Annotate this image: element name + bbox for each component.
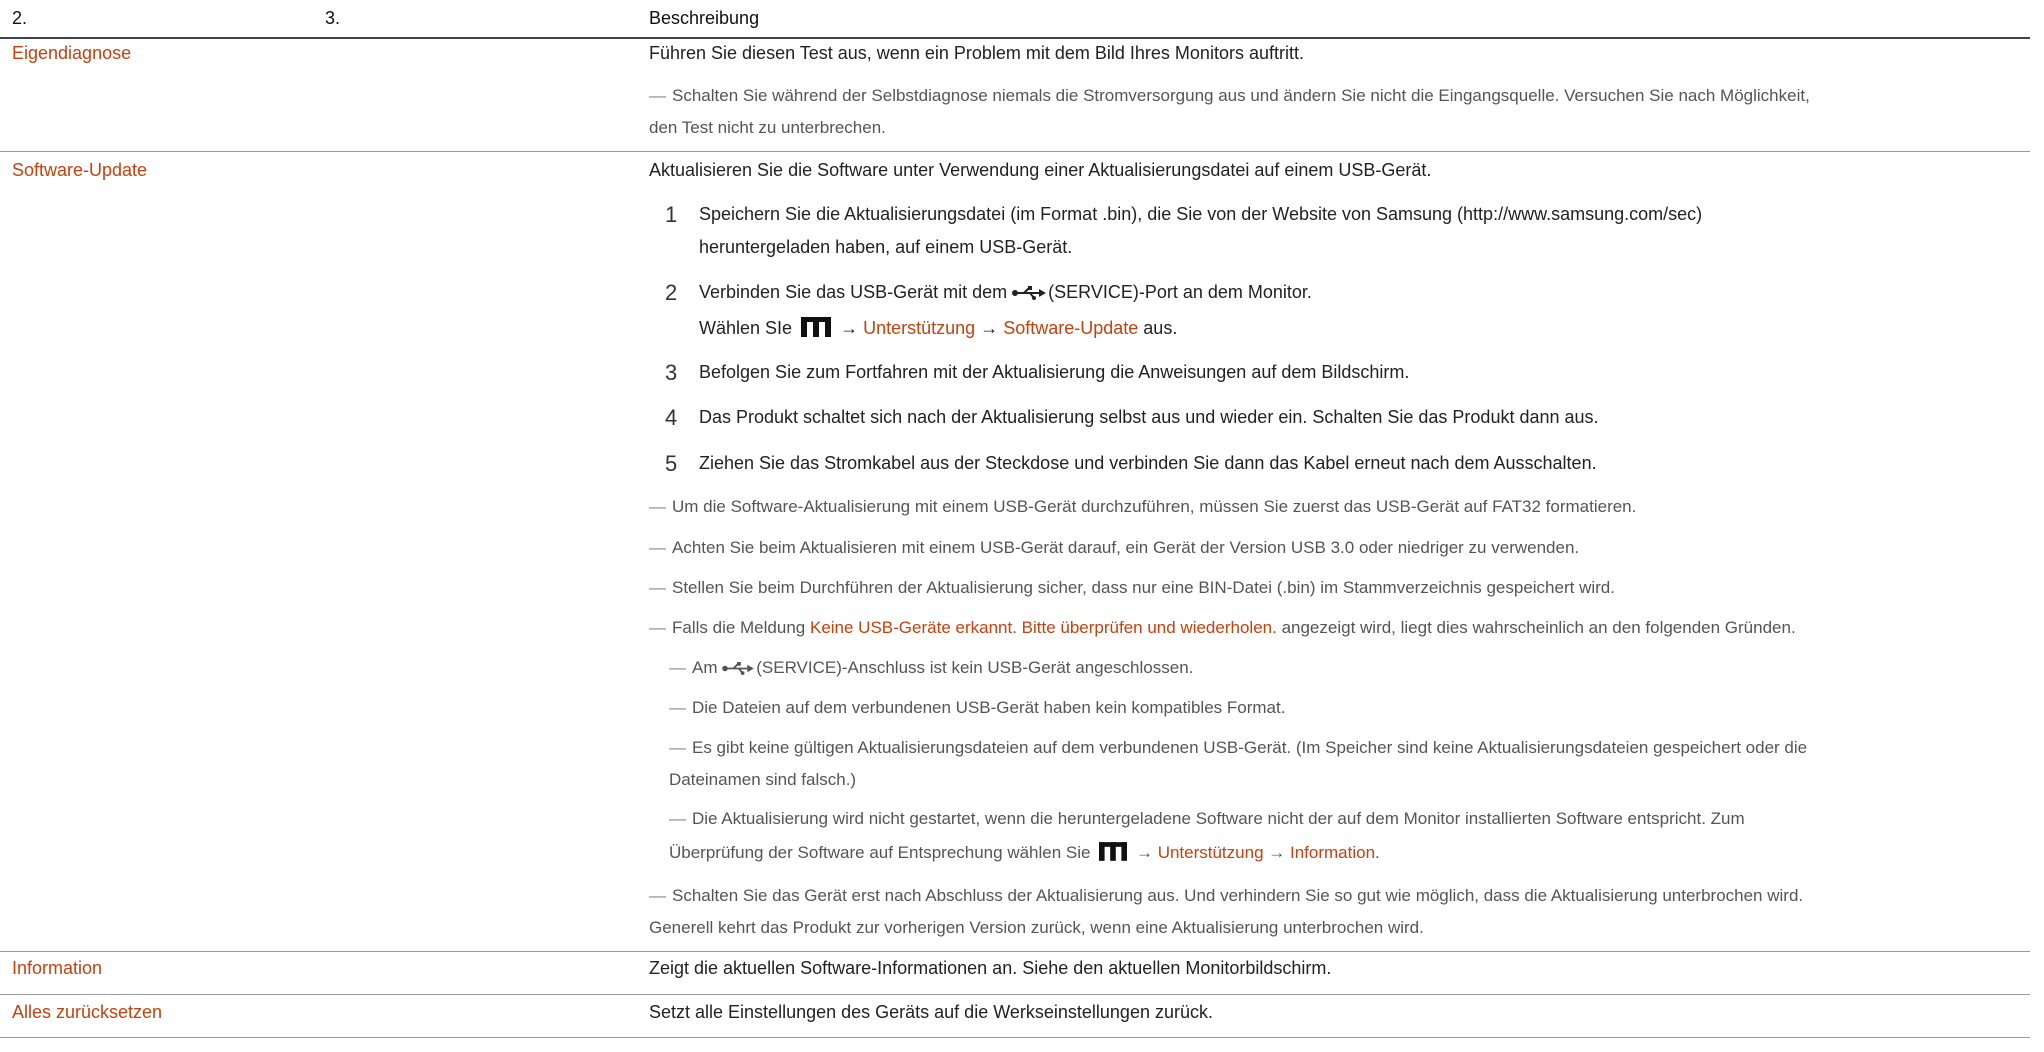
- step-2-menu-path: Wählen SIe → Unterstützung → Software-Up…: [699, 317, 1178, 338]
- error-message: Keine USB-Geräte erkannt. Bitte überprüf…: [809, 618, 1277, 637]
- arrow-icon: →: [980, 318, 999, 338]
- step-number: 3: [665, 360, 678, 385]
- header-col-description: Beschreibung: [649, 8, 760, 28]
- subnote-no-usb: ― Am (SERVICE)-Anschluss ist kein USB-Ger…: [669, 658, 1194, 677]
- software-update-description: Aktualisieren Sie die Software unter Ver…: [649, 160, 1432, 180]
- link-support[interactable]: Unterstützung: [1158, 843, 1264, 862]
- step-1-text-cont: heruntergeladen haben, auf einem USB-Ger…: [699, 237, 1073, 257]
- subnote-no-files: ― Es gibt keine gültigen Aktualisierungsd…: [669, 738, 1808, 757]
- menu-self-diagnosis[interactable]: Eigendiagnose: [12, 43, 131, 64]
- header-rule: [0, 37, 2030, 39]
- subnote-mismatch: ― Die Aktualisierung wird nicht gestartet…: [669, 809, 1745, 828]
- step-3-text: Befolgen Sie zum Fortfahren mit der Aktu…: [699, 362, 1410, 382]
- usb-icon: [722, 662, 755, 675]
- step-number: 1: [665, 202, 678, 227]
- menu-software-update[interactable]: Software-Update: [12, 160, 147, 181]
- step-4-text: Das Produkt schaltet sich nach der Aktua…: [699, 407, 1599, 427]
- self-diagnosis-note-cont: den Test nicht zu unterbrechen.: [649, 118, 886, 137]
- row-divider: [0, 151, 2030, 152]
- menu-icon: [801, 317, 832, 337]
- subnote-mismatch-cont: Überprüfung der Software auf Entsprechun…: [669, 842, 1380, 862]
- note-fat32: ― Um die Software-Aktualisierung mit eine…: [649, 497, 1637, 516]
- note-error-message: ― Falls die Meldung Keine USB-Geräte erka…: [649, 618, 1796, 637]
- step-number: 2: [665, 280, 678, 305]
- row-divider: [0, 951, 2030, 952]
- self-diagnosis-note: ― Schalten Sie während der Selbstdiagnose…: [649, 86, 1810, 105]
- row-divider: [0, 1037, 2030, 1038]
- link-support[interactable]: Unterstützung: [863, 318, 975, 338]
- note-mark: ―: [649, 86, 666, 105]
- link-information[interactable]: Information: [1290, 843, 1375, 862]
- note-usb-version: ― Achten Sie beim Aktualisieren mit einem…: [649, 538, 1580, 557]
- step-number: 5: [665, 451, 678, 476]
- header-col-3: 3.: [325, 8, 341, 28]
- header-col-2: 2.: [12, 8, 28, 28]
- information-description: Zeigt die aktuellen Software-Information…: [649, 958, 1332, 978]
- note-power-off: ― Schalten Sie das Gerät erst nach Abschl…: [649, 886, 1804, 905]
- note-power-off-cont: Generell kehrt das Produkt zur vorherige…: [649, 918, 1424, 937]
- menu-icon: [1099, 842, 1128, 861]
- usb-icon: [1012, 286, 1047, 300]
- row-divider: [0, 994, 2030, 995]
- menu-information[interactable]: Information: [12, 958, 102, 979]
- subnote-no-files-cont: Dateinamen sind falsch.): [669, 770, 857, 789]
- step-number: 4: [665, 405, 678, 430]
- link-software-update[interactable]: Software-Update: [1003, 318, 1138, 338]
- arrow-icon: →: [1268, 843, 1286, 862]
- arrow-icon: →: [1135, 843, 1153, 862]
- menu-reset-all[interactable]: Alles zurücksetzen: [12, 1002, 162, 1023]
- self-diagnosis-description: Führen Sie diesen Test aus, wenn ein Pro…: [649, 43, 1304, 63]
- step-2-text: Verbinden Sie das USB-Gerät mit dem (SER…: [699, 282, 1312, 302]
- step-5-text: Ziehen Sie das Stromkabel aus der Steckd…: [699, 453, 1597, 473]
- subnote-format: ― Die Dateien auf dem verbundenen USB-Ger…: [669, 698, 1286, 717]
- arrow-icon: →: [840, 318, 859, 338]
- reset-all-description: Setzt alle Einstellungen des Geräts auf …: [649, 1002, 1213, 1022]
- step-1-text: Speichern Sie die Aktualisierungsdatei (…: [699, 204, 1703, 224]
- note-bin-file: ― Stellen Sie beim Durchführen der Aktual…: [649, 578, 1615, 597]
